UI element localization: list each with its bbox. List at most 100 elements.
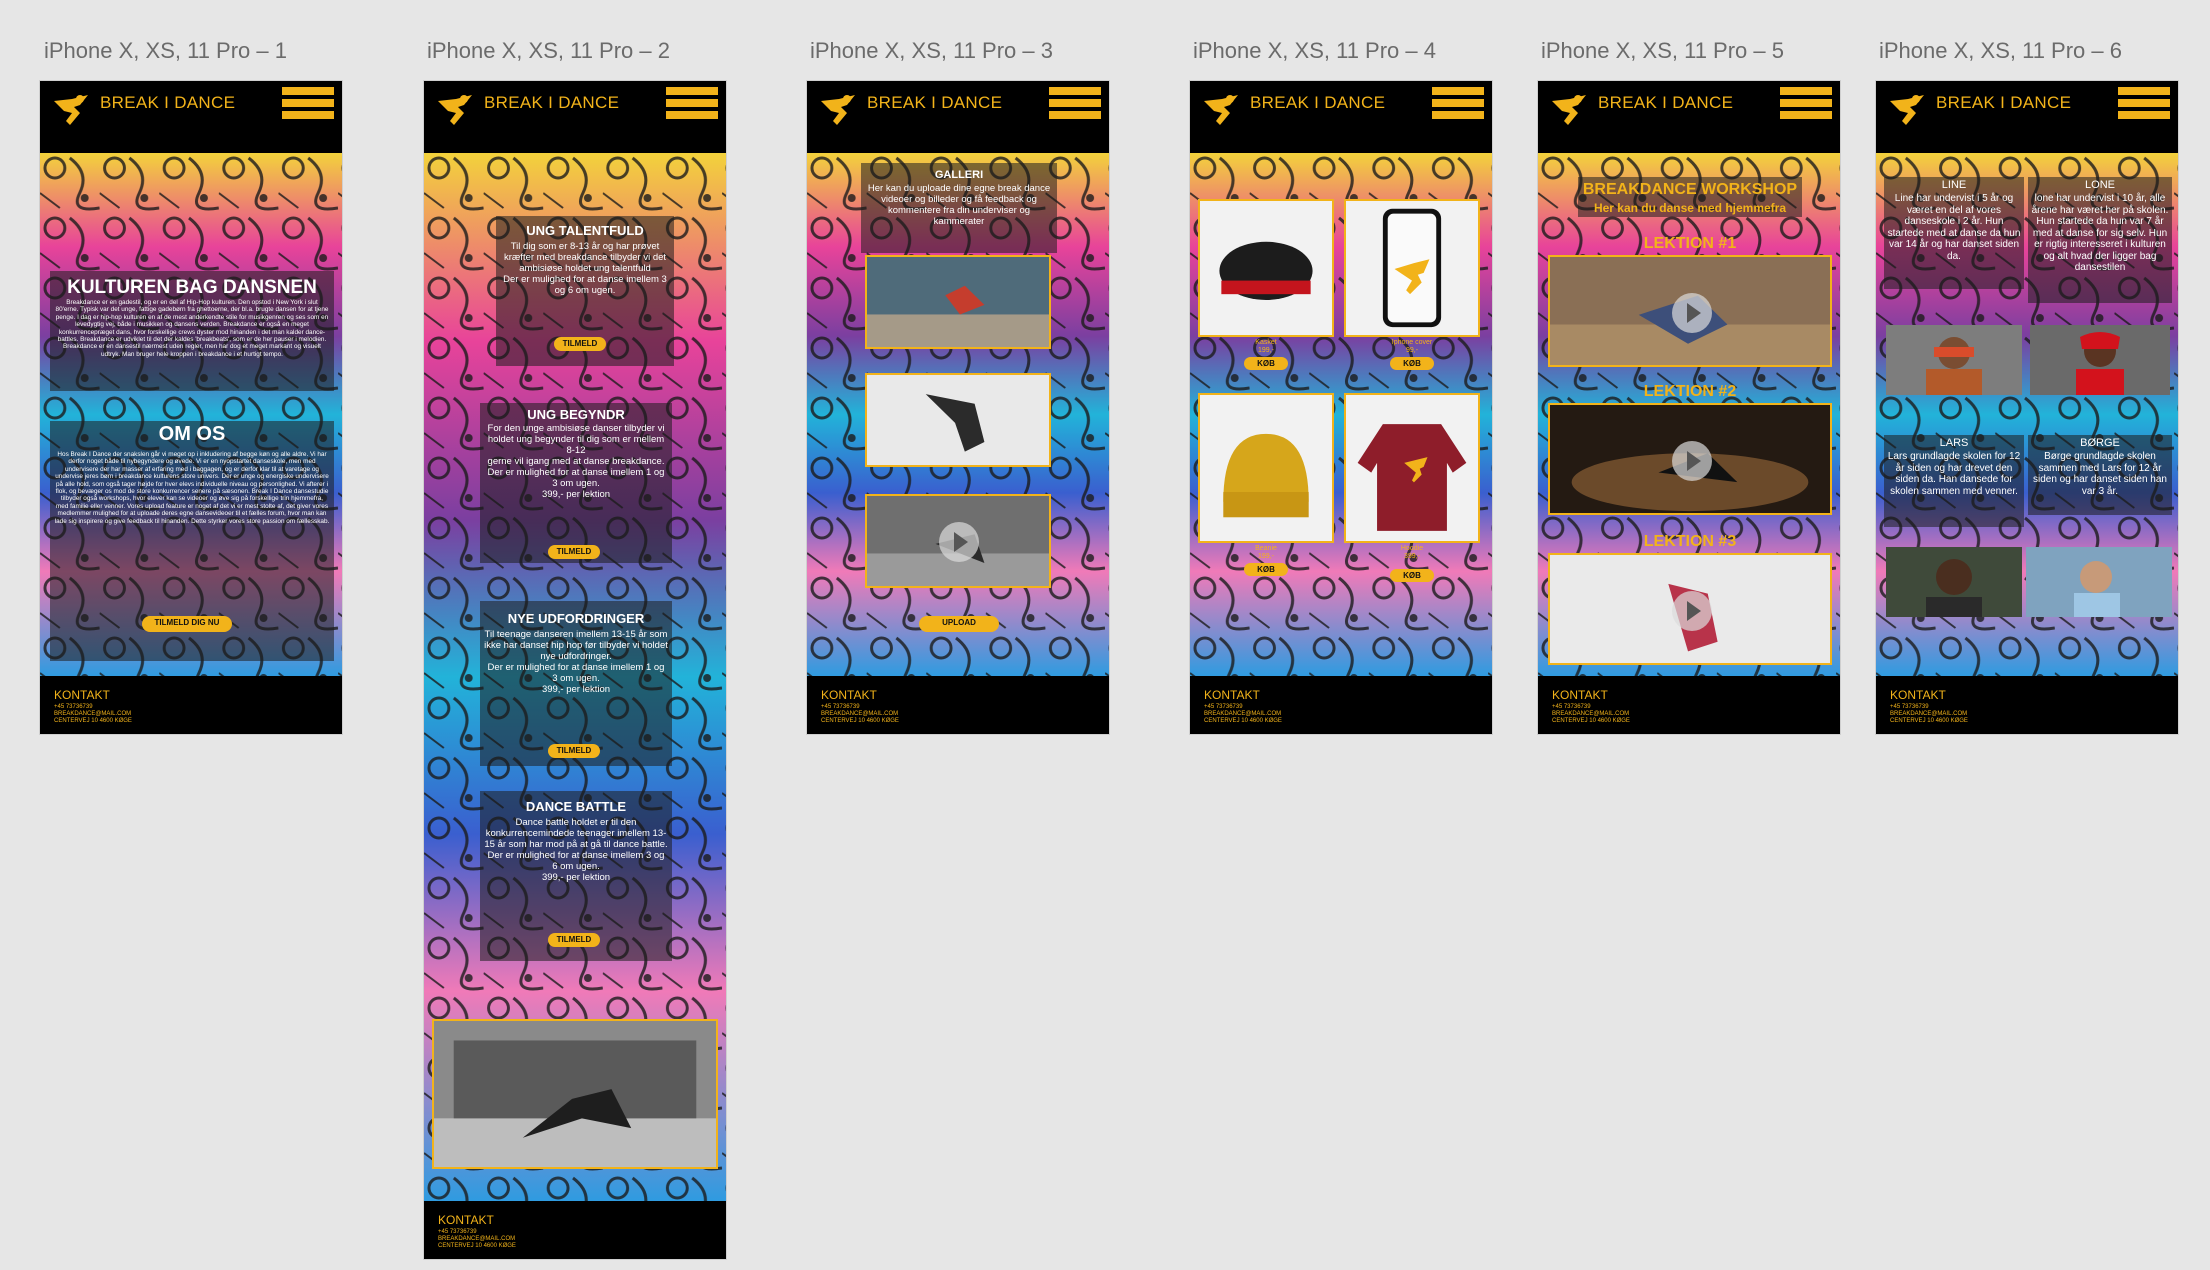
lesson-video[interactable]	[1548, 255, 1832, 367]
footer-email[interactable]: BREAKDANCE@MAIL.COM	[438, 1236, 515, 1242]
header: BREAK I DANCE	[1876, 81, 2178, 153]
product-name: Kasket	[1255, 339, 1277, 346]
signup-button[interactable]: TILMELD DIG NU	[142, 616, 232, 632]
play-icon[interactable]	[1672, 293, 1712, 333]
teacher-name: LONE	[2085, 179, 2115, 191]
card-body: Til teenage danseren imellem 13-15 år so…	[484, 629, 668, 695]
brand-name: BREAK I DANCE	[1598, 93, 1734, 112]
lesson-video[interactable]	[1548, 403, 1832, 515]
signup-button[interactable]: TILMELD	[548, 545, 600, 559]
logo-icon[interactable]	[1886, 91, 1928, 131]
footer-address: CENTERVEJ 10 4600 KØGE	[1890, 718, 1968, 724]
menu-icon[interactable]	[1780, 87, 1832, 123]
lesson-title: LEKTION #2	[1643, 383, 1737, 400]
product-name: Hoodie	[1400, 545, 1424, 552]
breakdance-photo	[432, 1019, 718, 1169]
logo-icon[interactable]	[1200, 91, 1242, 131]
card-body: For den unge ambisiøse danser tilbyder v…	[487, 423, 665, 500]
artboard-label-6: iPhone X, XS, 11 Pro – 6	[1879, 38, 2122, 63]
brand-name: BREAK I DANCE	[1250, 93, 1386, 112]
product-cap[interactable]	[1198, 199, 1334, 337]
workshop-title: BREAKDANCE WORKSHOP	[1582, 181, 1798, 198]
teacher-bio: Line har undervist i 5 år og været en de…	[1887, 193, 2021, 262]
menu-icon[interactable]	[666, 87, 718, 123]
header: BREAK I DANCE	[1538, 81, 1840, 153]
upload-button[interactable]: UPLOAD	[919, 616, 999, 632]
footer-title: KONTAKT	[1204, 688, 1260, 702]
product-name: Iphone cover	[1391, 339, 1433, 346]
artboard-label-4: iPhone X, XS, 11 Pro – 4	[1193, 38, 1436, 63]
product-phone-cover[interactable]	[1344, 199, 1480, 337]
footer-address: CENTERVEJ 10 4600 KØGE	[54, 718, 132, 724]
footer-title: KONTAKT	[1890, 688, 1946, 702]
artboard-label-5: iPhone X, XS, 11 Pro – 5	[1541, 38, 1784, 63]
menu-icon[interactable]	[1432, 87, 1484, 123]
menu-icon[interactable]	[1049, 87, 1101, 123]
buy-button[interactable]: KØB	[1390, 569, 1434, 582]
workshop-subtitle: Her kan du danse med hjemmefra	[1593, 201, 1787, 215]
product-beanie[interactable]	[1198, 393, 1334, 543]
logo-icon[interactable]	[50, 91, 92, 131]
product-price: 199,-	[1258, 553, 1274, 560]
card-body: Dance battle holdet er til den konkurren…	[484, 817, 668, 883]
card-title: UNG BEGYNDR	[527, 407, 625, 422]
artboard-label-2: iPhone X, XS, 11 Pro – 2	[427, 38, 670, 63]
artboard-label-3: iPhone X, XS, 11 Pro – 3	[810, 38, 1053, 63]
footer-email[interactable]: BREAKDANCE@MAIL.COM	[821, 711, 898, 717]
product-hoodie[interactable]	[1344, 393, 1480, 543]
product-price: 199,-	[1258, 347, 1274, 354]
artboard-4: BREAK I DANCE Kasket 199,- KØB Iphone co…	[1189, 80, 1493, 735]
header: BREAK I DANCE	[424, 81, 726, 153]
logo-icon[interactable]	[817, 91, 859, 131]
play-icon[interactable]	[939, 522, 979, 562]
footer-email[interactable]: BREAKDANCE@MAIL.COM	[54, 711, 131, 717]
footer-phone: +45 73736739	[1890, 704, 1929, 710]
signup-button[interactable]: TILMELD	[548, 933, 600, 947]
footer-address: CENTERVEJ 10 4600 KØGE	[438, 1243, 516, 1249]
footer-email[interactable]: BREAKDANCE@MAIL.COM	[1552, 711, 1629, 717]
card-body: Til dig som er 8-13 år og har prøvet kræ…	[503, 241, 667, 296]
teacher-bio: lone har undervist i 10 år, alle årene h…	[2031, 193, 2169, 273]
brand-name: BREAK I DANCE	[100, 93, 236, 112]
footer-phone: +45 73736739	[1552, 704, 1591, 710]
play-icon[interactable]	[1672, 441, 1712, 481]
footer-phone: +45 73736739	[438, 1229, 477, 1235]
signup-button[interactable]: TILMELD	[548, 744, 600, 758]
footer-address: CENTERVEJ 10 4600 KØGE	[1552, 718, 1630, 724]
gallery-video[interactable]	[865, 494, 1051, 588]
teacher-bio: Lars grundlagde skolen for 12 år siden o…	[1887, 451, 2021, 497]
brand-name: BREAK I DANCE	[1936, 93, 2072, 112]
artboard-3: BREAK I DANCE GALLERI Her kan du uploade…	[806, 80, 1110, 735]
product-name: Beanie	[1255, 545, 1277, 552]
teacher-name: BØRGE	[2080, 437, 2120, 449]
culture-text: Breakdance er en gadestil, og er en del …	[55, 299, 329, 358]
footer-address: CENTERVEJ 10 4600 KØGE	[821, 718, 899, 724]
gallery-photo[interactable]	[865, 373, 1051, 467]
artboard-label-1: iPhone X, XS, 11 Pro – 1	[44, 38, 287, 63]
section-heading-about: OM OS	[158, 423, 226, 445]
buy-button[interactable]: KØB	[1390, 357, 1434, 370]
footer: KONTAKT +45 73736739 BREAKDANCE@MAIL.COM…	[40, 676, 342, 734]
footer-title: KONTAKT	[821, 688, 877, 702]
menu-icon[interactable]	[282, 87, 334, 123]
footer-email[interactable]: BREAKDANCE@MAIL.COM	[1890, 711, 1967, 717]
brand-name: BREAK I DANCE	[484, 93, 620, 112]
logo-icon[interactable]	[434, 91, 476, 131]
footer-phone: +45 73736739	[54, 704, 93, 710]
artboard-2: BREAK I DANCE UNG TALENTFULD Til dig som…	[423, 80, 727, 1260]
artboard-6: BREAK I DANCE LINE Line har undervist i …	[1875, 80, 2179, 735]
buy-button[interactable]: KØB	[1244, 357, 1288, 370]
logo-icon[interactable]	[1548, 91, 1590, 131]
gallery-photo[interactable]	[865, 255, 1051, 349]
teacher-name: LARS	[1939, 437, 1969, 449]
brand-name: BREAK I DANCE	[867, 93, 1003, 112]
card-title: UNG TALENTFULD	[526, 223, 644, 238]
artboard-5: BREAK I DANCE BREAKDANCE WORKSHOP Her ka…	[1537, 80, 1841, 735]
footer: KONTAKT +45 73736739 BREAKDANCE@MAIL.COM…	[424, 1201, 726, 1259]
signup-button[interactable]: TILMELD	[554, 337, 606, 351]
play-icon[interactable]	[1672, 591, 1712, 631]
buy-button[interactable]: KØB	[1244, 563, 1288, 576]
footer-email[interactable]: BREAKDANCE@MAIL.COM	[1204, 711, 1281, 717]
lesson-video[interactable]	[1548, 553, 1832, 665]
menu-icon[interactable]	[2118, 87, 2170, 123]
